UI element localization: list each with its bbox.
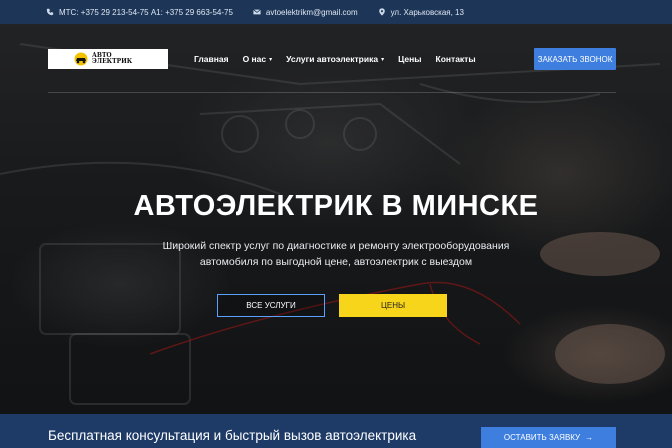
- hero-subtitle: Широкий спектр услуг по диагностике и ре…: [162, 240, 510, 268]
- leave-request-button[interactable]: ОСТАВИТЬ ЗАЯВКУ →: [481, 427, 616, 448]
- arrow-right-icon: →: [585, 433, 594, 442]
- main-nav: Главная О нас ▾ Услуги автоэлектрика ▾ Цен…: [194, 54, 490, 64]
- top-info-bar: МТС: +375 29 213-54-75 A1: +375 29 663-5…: [0, 0, 672, 24]
- order-call-button[interactable]: ЗАКАЗАТЬ ЗВОНОК: [534, 48, 616, 70]
- location-icon: [378, 8, 385, 16]
- mail-icon: [253, 9, 261, 15]
- prices-button[interactable]: ЦЕНЫ: [339, 294, 447, 317]
- chevron-down-icon: ▾: [269, 56, 273, 63]
- nav-contacts-label: Контакты: [435, 54, 476, 64]
- logo-text: АВТО ЭЛЕКТРИК: [92, 53, 132, 65]
- nav-about[interactable]: О нас ▾: [243, 54, 273, 64]
- nav-about-label: О нас: [242, 54, 267, 64]
- topbar-phones-text: МТС: +375 29 213-54-75 A1: +375 29 663-5…: [59, 7, 233, 17]
- site-logo[interactable]: АВТО ЭЛЕКТРИК: [48, 49, 168, 69]
- topbar-address-text: ул. Харьковская, 13: [390, 7, 464, 17]
- nav-home-label: Главная: [194, 54, 229, 64]
- nav-divider: [48, 92, 616, 93]
- topbar-email[interactable]: avtoelektrikm@gmail.com: [253, 8, 358, 17]
- logo-line2: ЭЛЕКТРИК: [92, 58, 133, 65]
- cta-text: Бесплатная консультация и быстрый вызов …: [48, 428, 417, 443]
- car-logo-icon: [74, 52, 88, 66]
- nav-prices[interactable]: Цены: [398, 54, 421, 64]
- all-services-button[interactable]: ВСЕ УСЛУГИ: [217, 294, 325, 317]
- nav-prices-label: Цены: [398, 54, 422, 64]
- nav-contacts[interactable]: Контакты: [436, 54, 476, 64]
- leave-request-label: ОСТАВИТЬ ЗАЯВКУ: [503, 433, 581, 442]
- topbar-phones[interactable]: МТС: +375 29 213-54-75 A1: +375 29 663-5…: [46, 8, 233, 17]
- topbar-address: ул. Харьковская, 13: [378, 8, 464, 17]
- chevron-down-icon: ▾: [381, 56, 385, 63]
- nav-services-label: Услуги автоэлектрика: [286, 54, 379, 64]
- phone-icon: [46, 8, 54, 16]
- nav-services[interactable]: Услуги автоэлектрика ▾: [286, 54, 384, 64]
- nav-home[interactable]: Главная: [194, 54, 229, 64]
- topbar-email-text: avtoelektrikm@gmail.com: [265, 7, 358, 17]
- hero-title: АВТОЭЛЕКТРИК В МИНСКЕ: [133, 190, 539, 222]
